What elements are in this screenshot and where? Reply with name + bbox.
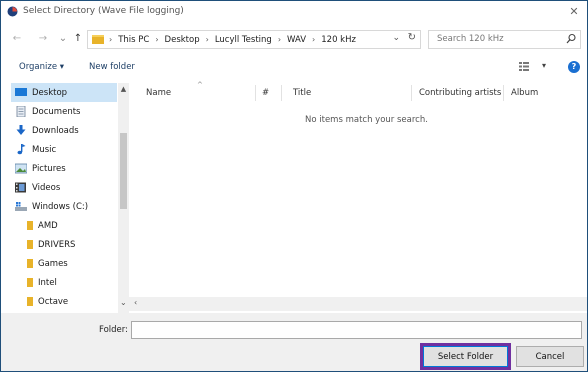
sidebar-item-windows-c[interactable]: Windows (C:) [11,197,117,216]
navigation-pane: Desktop Documents Downloads Music Pictur… [11,83,129,317]
refresh-icon[interactable]: ↻ [408,32,416,43]
sidebar-item-pictures[interactable]: Pictures [11,159,117,178]
column-divider[interactable] [503,85,504,101]
search-input[interactable]: Search 120 kHz [428,30,581,49]
search-placeholder: Search 120 kHz [437,34,504,44]
select-directory-dialog: Select Directory (Wave File logging) ✕ ←… [0,0,588,372]
close-button[interactable]: ✕ [567,4,581,20]
view-options-icon[interactable] [519,62,529,71]
sidebar-item-documents[interactable]: Documents [11,102,117,121]
navigation-row: ← → ⌄ ↑ › This PC › Desktop › Lucyll Tes… [1,29,587,51]
new-folder-button[interactable]: New folder [89,62,135,72]
cancel-button[interactable]: Cancel [516,346,584,367]
column-name[interactable]: Name [146,88,171,98]
sidebar-item-drivers[interactable]: DRIVERS [11,235,117,254]
dialog-footer: Folder: Select Folder Cancel [1,313,587,371]
search-icon[interactable] [566,33,576,45]
help-icon[interactable]: ? [568,61,580,73]
sidebar-item-videos[interactable]: Videos [11,178,117,197]
folder-icon [27,278,33,287]
folder-icon [27,240,33,249]
sidebar-item-music[interactable]: Music [11,140,117,159]
column-album[interactable]: Album [511,88,538,98]
view-dropdown-button[interactable]: ▾ [542,61,546,70]
breadcrumb-wav[interactable]: WAV [287,35,306,45]
back-button[interactable]: ← [11,32,23,46]
column-contributing-artists[interactable]: Contributing artists [419,88,501,98]
sidebar-item-games[interactable]: Games [11,254,117,273]
select-folder-button[interactable]: Select Folder [420,343,511,370]
scrollbar-thumb[interactable] [120,133,127,209]
column-title[interactable]: Title [293,88,311,98]
breadcrumb-lucyll-testing[interactable]: Lucyll Testing [215,35,272,45]
recent-locations-button[interactable]: ⌄ [57,32,69,46]
videos-icon [15,182,26,193]
folder-icon [27,297,33,306]
documents-icon [16,106,26,117]
breadcrumb-separator: › [277,35,282,44]
column-number[interactable]: # [262,88,269,98]
column-divider[interactable] [255,85,256,101]
folder-icon [92,35,104,44]
chevron-down-icon[interactable]: ⌄ [392,33,400,43]
window-title: Select Directory (Wave File logging) [23,6,184,16]
sidebar-item-amd[interactable]: AMD [11,216,117,235]
organize-button[interactable]: Organize ▾ [19,62,64,72]
app-icon [7,6,18,17]
pictures-icon [15,163,27,174]
sidebar-item-octave[interactable]: Octave [11,292,117,311]
scroll-left-icon[interactable]: ‹ [134,298,137,307]
scroll-down-icon[interactable]: ⌄ [120,298,127,307]
folder-icon [27,221,33,230]
horizontal-scrollbar[interactable]: ⌄ ‹ [118,297,587,311]
scroll-up-icon[interactable]: ▲ [118,85,129,93]
empty-list-message: No items match your search. [305,115,428,125]
sort-ascending-icon: ^ [197,81,203,89]
sidebar-item-intel[interactable]: Intel [11,273,117,292]
folder-label: Folder: [99,325,128,335]
breadcrumb-separator: › [109,35,113,44]
title-bar: Select Directory (Wave File logging) ✕ [1,1,587,23]
folder-icon [27,259,33,268]
drive-icon [15,202,27,211]
forward-button[interactable]: → [37,32,49,46]
list-header: ^ Name # Title Contributing artists Albu… [131,81,587,103]
breadcrumb-separator: › [155,35,159,44]
breadcrumb-120khz[interactable]: 120 kHz [321,35,356,45]
downloads-icon [16,125,26,135]
breadcrumb-desktop[interactable]: Desktop [165,35,200,45]
sidebar-item-desktop[interactable]: Desktop [11,83,117,102]
up-button[interactable]: ↑ [72,32,84,46]
sidebar-item-downloads[interactable]: Downloads [11,121,117,140]
address-bar[interactable]: › This PC › Desktop › Lucyll Testing › W… [87,30,421,49]
folder-input[interactable] [131,321,582,339]
column-divider[interactable] [411,85,412,101]
column-divider[interactable] [281,85,282,101]
command-bar: Organize ▾ New folder ▾ ? [1,56,587,78]
music-icon [17,144,26,155]
navigation-pane-scrollbar[interactable]: ▲ ▼ [118,83,129,313]
breadcrumb-separator: › [312,35,316,44]
breadcrumb-this-pc[interactable]: This PC [118,35,149,45]
breadcrumb-separator: › [205,35,209,44]
desktop-icon [15,88,27,96]
